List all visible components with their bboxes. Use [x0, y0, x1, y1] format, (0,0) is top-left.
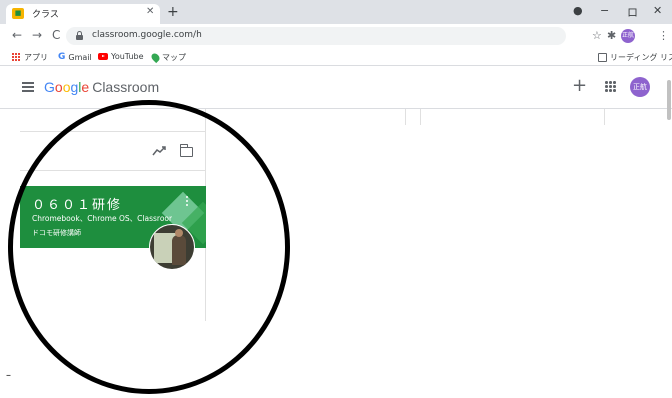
bookmark-apps-label: アプリ: [24, 53, 48, 62]
annotation-circle: [8, 100, 290, 394]
classroom-favicon-icon: ■: [12, 8, 24, 19]
close-tab-icon[interactable]: ✕: [146, 6, 154, 17]
google-classroom-logo[interactable]: Google Classroom: [44, 79, 159, 95]
reading-list-icon: [598, 53, 607, 62]
minimize-button[interactable]: −: [600, 4, 609, 17]
product-name: Classroom: [92, 79, 160, 95]
profile-avatar[interactable]: 正航: [621, 29, 635, 43]
new-tab-button[interactable]: +: [167, 4, 179, 20]
annotation-mark: –: [6, 370, 11, 381]
bookmark-maps-label: マップ: [162, 53, 186, 62]
google-g-icon: G: [58, 52, 66, 62]
browser-tab[interactable]: ■ クラス ✕: [6, 4, 160, 24]
forward-button[interactable]: →: [32, 28, 42, 42]
lock-icon: [76, 31, 83, 40]
browser-tab-strip: ■ クラス ✕ + ● − ロ ✕: [0, 0, 672, 24]
user-avatar[interactable]: 正航: [630, 77, 650, 97]
add-class-button[interactable]: +: [572, 77, 587, 95]
close-window-button[interactable]: ✕: [653, 4, 662, 17]
reading-list-label: リーディング リスト: [610, 53, 672, 62]
bookmarks-bar: アプリ G Gmail YouTube マップ リーディング リスト: [0, 48, 672, 66]
bookmark-apps[interactable]: アプリ: [12, 52, 48, 63]
hamburger-menu-icon[interactable]: [22, 82, 34, 92]
restore-button[interactable]: ロ: [627, 4, 638, 20]
back-button[interactable]: ←: [12, 28, 22, 42]
reading-list-button[interactable]: リーディング リスト: [598, 52, 672, 63]
extensions-icon[interactable]: ✱: [607, 29, 616, 42]
address-bar[interactable]: classroom.google.com/h: [66, 27, 566, 45]
browser-toolbar: ← → C classroom.google.com/h ☆ ✱ 正航 ⋮: [0, 24, 672, 48]
chrome-profile-icon[interactable]: ●: [573, 4, 583, 17]
bookmark-gmail[interactable]: G Gmail: [58, 52, 92, 62]
bookmark-gmail-label: Gmail: [68, 52, 92, 62]
apps-grid-icon: [12, 53, 21, 62]
grid-divider: [405, 109, 406, 125]
bookmark-star-icon[interactable]: ☆: [592, 29, 602, 42]
bookmark-maps[interactable]: マップ: [149, 51, 186, 64]
scrollbar[interactable]: [667, 80, 671, 120]
bookmark-youtube[interactable]: YouTube: [98, 52, 144, 61]
maps-pin-icon: [149, 51, 162, 64]
google-apps-icon[interactable]: [605, 81, 616, 92]
logo-letter: e: [81, 79, 90, 95]
url-text[interactable]: classroom.google.com/h: [92, 30, 202, 40]
classroom-header: Google Classroom + 正航: [0, 67, 672, 109]
grid-divider: [604, 109, 605, 125]
bookmark-youtube-label: YouTube: [111, 52, 144, 61]
more-menu-icon[interactable]: ⋮: [658, 29, 669, 42]
youtube-icon: [98, 53, 108, 60]
tab-title: クラス: [32, 10, 59, 20]
grid-divider: [420, 109, 421, 125]
logo-letter: o: [54, 79, 63, 95]
reload-button[interactable]: C: [52, 28, 60, 42]
logo-letter: G: [44, 79, 55, 95]
